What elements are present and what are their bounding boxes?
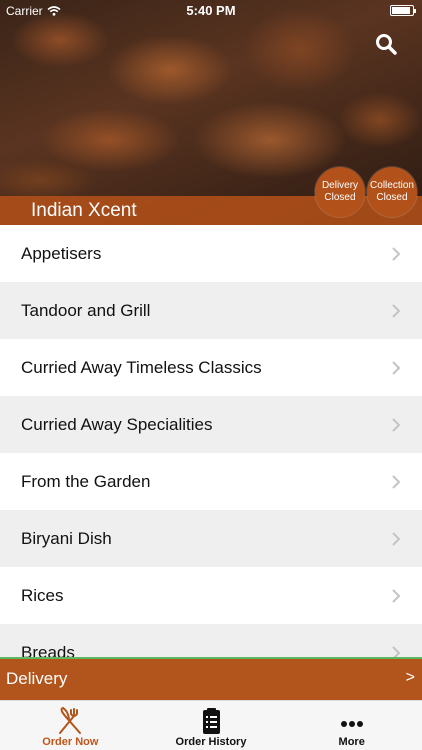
bottom-tab-bar: Order Now Order History More [0, 700, 422, 750]
chevron-right-icon [392, 361, 401, 375]
menu-category-timeless-classics[interactable]: Curried Away Timeless Classics [0, 339, 422, 396]
chevron-right-icon [392, 589, 401, 603]
menu-category-label: From the Garden [21, 471, 151, 491]
tab-label: More [338, 736, 365, 748]
menu-category-breads[interactable]: Breads [0, 624, 422, 657]
fork-knife-icon [59, 706, 82, 734]
chevron-right-icon [392, 532, 401, 546]
status-bar: Carrier 5:40 PM [0, 0, 422, 22]
delivery-status-badge: Delivery Closed [315, 167, 365, 217]
chevron-right-icon [392, 247, 401, 261]
menu-category-rices[interactable]: Rices [0, 567, 422, 624]
menu-category-garden[interactable]: From the Garden [0, 453, 422, 510]
menu-category-label: Breads [21, 642, 75, 658]
tab-label: Order Now [42, 736, 99, 748]
tab-label: Order History [175, 736, 247, 748]
delivery-mode-bar[interactable]: Delivery > [0, 657, 422, 700]
search-icon[interactable] [374, 32, 398, 56]
battery-icon [390, 5, 416, 16]
menu-category-specialities[interactable]: Curried Away Specialities [0, 396, 422, 453]
chevron-right-icon [392, 475, 401, 489]
delivery-mode-label: Delivery [6, 669, 68, 688]
menu-category-label: Curried Away Specialities [21, 414, 213, 434]
chevron-right-icon [392, 304, 401, 318]
menu-category-label: Tandoor and Grill [21, 300, 151, 320]
chevron-right-icon [392, 646, 401, 657]
hero-image: Carrier 5:40 PM Indian Xcent Delivery Cl… [0, 0, 422, 225]
chevron-right-icon [392, 418, 401, 432]
menu-category-tandoor[interactable]: Tandoor and Grill [0, 282, 422, 339]
menu-category-label: Appetisers [21, 243, 102, 263]
more-dots-icon [340, 721, 363, 727]
menu-category-list: Appetisers Tandoor and Grill Curried Awa… [0, 225, 422, 657]
delivery-arrow: > [405, 669, 415, 686]
menu-category-appetisers[interactable]: Appetisers [0, 225, 422, 282]
collection-status-badge: Collection Closed [367, 167, 417, 217]
tab-order-history[interactable]: Order History [141, 701, 282, 750]
menu-category-label: Curried Away Timeless Classics [21, 357, 262, 377]
tab-more[interactable]: More [281, 701, 422, 750]
menu-category-biryani[interactable]: Biryani Dish [0, 510, 422, 567]
menu-category-label: Biryani Dish [21, 528, 112, 548]
clipboard-icon [203, 708, 220, 734]
menu-category-label: Rices [21, 585, 64, 605]
tab-order-now[interactable]: Order Now [0, 701, 141, 750]
restaurant-name: Indian Xcent [31, 200, 137, 221]
status-time: 5:40 PM [186, 3, 236, 18]
